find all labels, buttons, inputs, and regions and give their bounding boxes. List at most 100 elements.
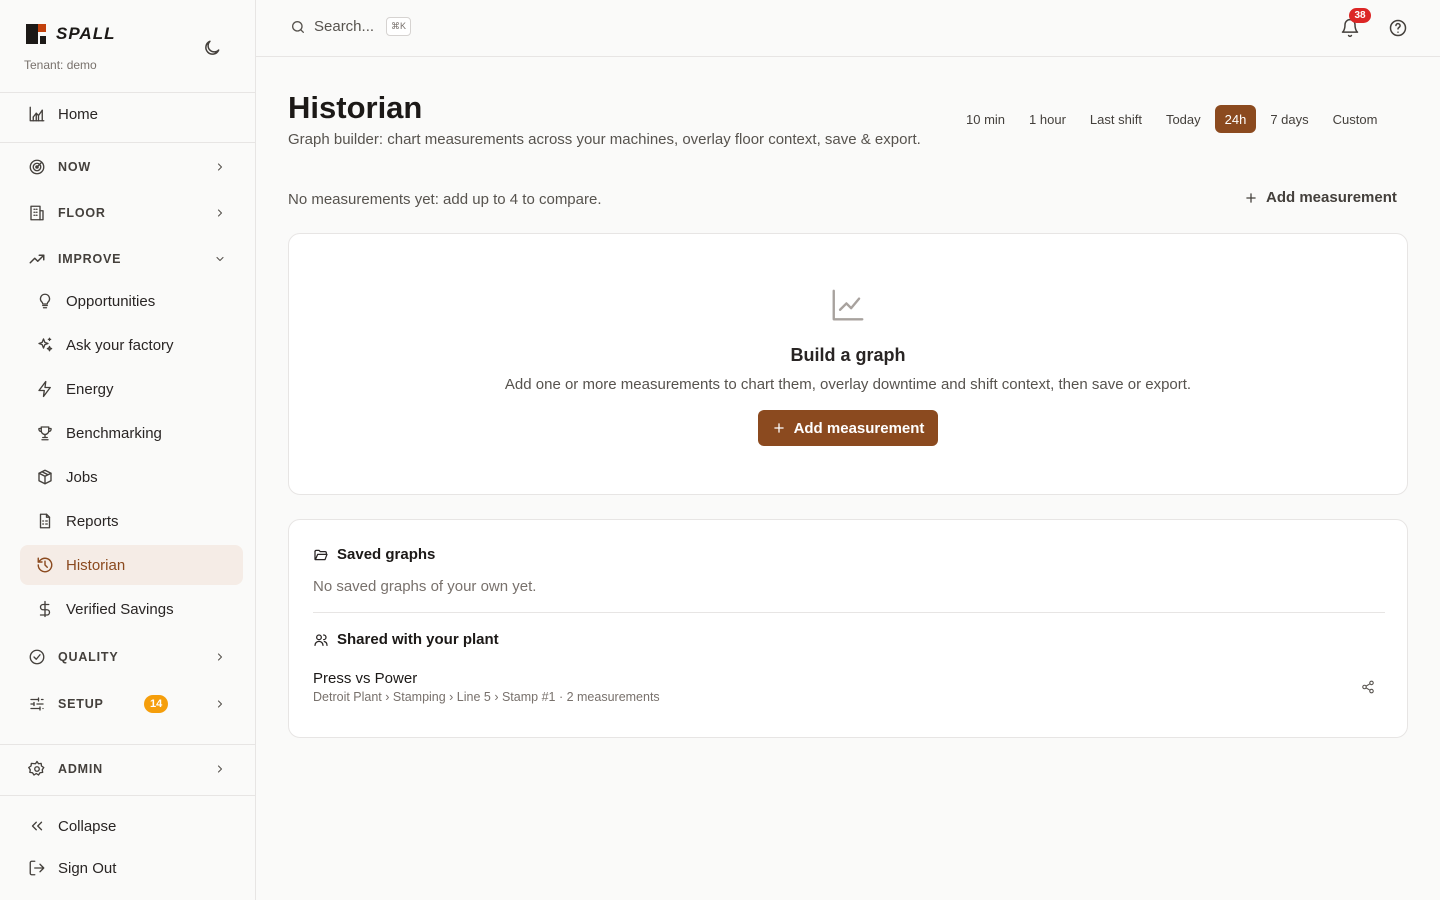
search-input[interactable]: Search... ⌘K <box>290 17 412 36</box>
sidebar-item-verified-savings[interactable]: Verified Savings <box>20 589 243 629</box>
sidebar-item-energy[interactable]: Energy <box>20 369 243 409</box>
add-measurement-label: Add measurement <box>1266 189 1397 206</box>
shared-graphs-header: Shared with your plant <box>313 631 499 648</box>
lightbulb-icon <box>36 292 54 310</box>
range-tab-24h[interactable]: 24h <box>1214 105 1257 133</box>
sidebar-group-label: NOW <box>58 160 91 174</box>
sidebar-group-setup[interactable]: SETUP 14 <box>20 684 243 724</box>
sidebar-group-quality[interactable]: QUALITY <box>20 637 243 677</box>
search-placeholder: Search... <box>314 18 375 35</box>
shared-graph-name: Press vs Power <box>313 670 418 687</box>
sign-out-button[interactable]: Sign Out <box>20 848 243 888</box>
sidebar: SPALL Tenant: demo Home NOW FLOOR IMPROV… <box>0 0 256 900</box>
trending-up-icon <box>28 250 46 268</box>
sidebar-group-label: QUALITY <box>58 650 119 664</box>
sidebar-item-ask-your-factory[interactable]: Ask your factory <box>20 325 243 365</box>
chevron-right-icon <box>214 207 226 219</box>
range-tab-7-days[interactable]: 7 days <box>1260 105 1318 133</box>
sidebar-item-label: Historian <box>66 556 126 574</box>
brand-name: SPALL <box>56 24 116 43</box>
chevron-right-icon <box>214 161 226 173</box>
package-icon <box>36 468 54 486</box>
shared-graphs-title: Shared with your plant <box>337 631 499 648</box>
sidebar-divider <box>0 744 255 745</box>
plus-icon <box>1246 192 1256 203</box>
sidebar-divider <box>0 795 255 796</box>
check-circle-icon <box>28 648 46 666</box>
log-out-icon <box>28 859 46 877</box>
sidebar-item-label: Energy <box>66 380 114 398</box>
time-range-selector: 10 min 1 hour Last shift Today 24h 7 day… <box>956 105 1391 133</box>
shared-graph-item[interactable]: Press vs Power Detroit Plant › Stamping … <box>313 670 1385 710</box>
add-measurement-button[interactable]: Add measurement <box>758 410 938 446</box>
add-measurement-link-button[interactable]: Add measurement <box>1244 189 1397 206</box>
section-divider <box>313 612 1385 613</box>
spall-logo-icon <box>26 24 46 44</box>
chevron-down-icon <box>214 253 226 265</box>
empty-state-description: Add one or more measurements to chart th… <box>504 376 1192 393</box>
sidebar-item-label: Benchmarking <box>66 424 162 442</box>
page-subtitle: Graph builder: chart measurements across… <box>288 131 921 148</box>
tenant-label: Tenant: demo <box>24 58 97 72</box>
sidebar-divider <box>0 142 255 143</box>
sidebar-group-admin[interactable]: ADMIN <box>20 749 243 789</box>
sidebar-group-now[interactable]: NOW <box>20 147 243 187</box>
range-tab-1-hour[interactable]: 1 hour <box>1019 105 1076 133</box>
sidebar-item-label: Opportunities <box>66 292 156 310</box>
sidebar-item-label: Verified Savings <box>66 600 174 618</box>
shared-graph-meta: Detroit Plant › Stamping › Line 5 › Stam… <box>313 690 660 704</box>
setup-count-badge: 14 <box>144 695 169 713</box>
chevron-right-icon <box>214 651 226 663</box>
gear-icon <box>28 760 46 778</box>
users-icon <box>314 633 328 646</box>
building-icon <box>28 204 46 222</box>
sliders-icon <box>28 695 46 713</box>
sparkles-icon <box>36 336 54 354</box>
sidebar-item-benchmarking[interactable]: Benchmarking <box>20 413 243 453</box>
search-shortcut: ⌘K <box>386 17 412 36</box>
sidebar-item-opportunities[interactable]: Opportunities <box>20 281 243 321</box>
sign-out-label: Sign Out <box>58 859 117 877</box>
help-icon[interactable] <box>1388 18 1408 38</box>
sidebar-group-floor[interactable]: FLOOR <box>20 193 243 233</box>
range-tab-custom[interactable]: Custom <box>1323 105 1388 133</box>
sidebar-group-label: FLOOR <box>58 206 106 220</box>
sidebar-item-historian[interactable]: Historian <box>20 545 243 585</box>
share-icon[interactable] <box>1361 680 1377 696</box>
radar-icon <box>28 158 46 176</box>
sidebar-item-home[interactable]: Home <box>20 94 243 134</box>
moon-icon[interactable] <box>202 38 224 60</box>
brand-logo[interactable]: SPALL <box>26 24 115 44</box>
trophy-icon <box>36 424 54 442</box>
sidebar-item-label: Jobs <box>66 468 98 486</box>
sidebar-group-label: SETUP <box>58 697 104 711</box>
report-icon <box>36 512 54 530</box>
range-tab-last-shift[interactable]: Last shift <box>1080 105 1152 133</box>
range-tab-today[interactable]: Today <box>1156 105 1211 133</box>
line-chart-icon <box>829 286 867 324</box>
sidebar-item-jobs[interactable]: Jobs <box>20 457 243 497</box>
search-icon <box>290 19 306 35</box>
sidebar-item-label: Reports <box>66 512 119 530</box>
graph-builder-empty-state: Build a graph Add one or more measuremen… <box>288 233 1408 495</box>
chevron-right-icon <box>214 698 226 710</box>
notification-badge: 38 <box>1349 8 1371 23</box>
saved-graphs-panel: Saved graphs No saved graphs of your own… <box>288 519 1408 738</box>
chart-area-icon <box>28 105 46 123</box>
range-tab-10-min[interactable]: 10 min <box>956 105 1015 133</box>
folder-open-icon <box>314 549 328 560</box>
measurement-status: No measurements yet: add up to 4 to comp… <box>288 191 602 208</box>
sidebar-item-reports[interactable]: Reports <box>20 501 243 541</box>
sidebar-item-label: Ask your factory <box>66 336 174 354</box>
chevron-right-icon <box>214 763 226 775</box>
dollar-icon <box>36 600 54 618</box>
saved-graphs-title: Saved graphs <box>337 546 436 563</box>
saved-graphs-header: Saved graphs <box>313 546 435 563</box>
sidebar-group-improve[interactable]: IMPROVE <box>20 239 243 279</box>
collapse-sidebar-button[interactable]: Collapse <box>20 806 243 846</box>
sidebar-group-label: IMPROVE <box>58 252 122 266</box>
empty-state-title: Build a graph <box>790 345 906 365</box>
sidebar-divider <box>0 92 255 93</box>
saved-graphs-empty: No saved graphs of your own yet. <box>313 578 537 595</box>
history-icon <box>36 556 54 574</box>
